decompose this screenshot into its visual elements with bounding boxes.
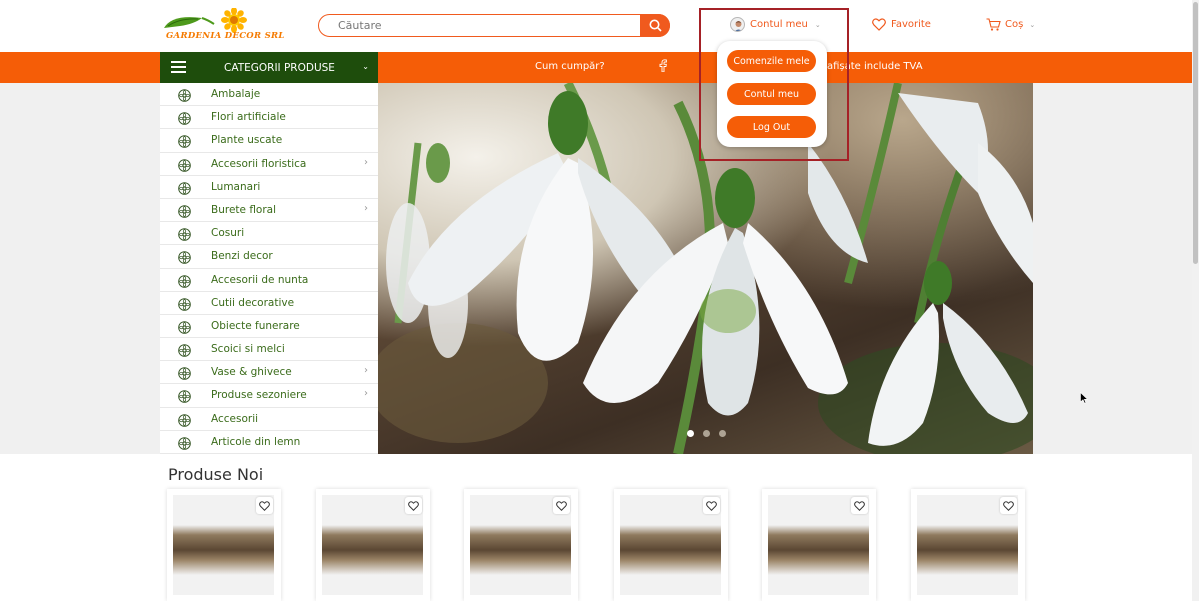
- site-header: GARDENIA DECOR SRL Contul meu ⌄ Favorite: [0, 0, 1192, 52]
- category-label: Burete floral: [211, 203, 277, 216]
- chevron-down-icon: ⌄: [362, 62, 369, 71]
- category-list: Ambalaje Flori artificiale Plante uscate Ac…: [160, 83, 378, 454]
- favorites-label: Favorite: [891, 19, 931, 30]
- search-input[interactable]: [319, 15, 639, 36]
- product-card[interactable]: [762, 489, 876, 601]
- flower-outline-icon: [178, 87, 191, 102]
- categories-toggle[interactable]: CATEGORII PRODUSE ⌄: [160, 52, 378, 83]
- flower-outline-icon: [178, 226, 191, 241]
- search-bar: [318, 14, 670, 37]
- flower-outline-icon: [178, 412, 191, 427]
- flower-outline-icon: [178, 342, 191, 357]
- flower-outline-icon: [178, 365, 191, 381]
- facebook-icon[interactable]: [659, 59, 667, 72]
- category-label: Ambalaje: [211, 88, 261, 100]
- flower-outline-icon: [178, 296, 191, 311]
- flower-outline-icon: [178, 157, 191, 172]
- category-label: Obiecte funerare: [211, 319, 300, 332]
- category-item[interactable]: Plante uscate: [160, 129, 378, 153]
- hamburger-icon: [171, 61, 186, 73]
- product-card[interactable]: [911, 489, 1025, 601]
- category-item[interactable]: Flori artificiale: [160, 106, 378, 130]
- flower-outline-icon: [178, 388, 191, 404]
- category-label: Cosuri: [211, 227, 245, 240]
- product-card[interactable]: [316, 489, 430, 601]
- how-to-buy-link[interactable]: Cum cumpăr?: [535, 61, 605, 72]
- category-label: Lumanari: [211, 180, 261, 193]
- account-dropdown: Comenzile mele Contul meu Log Out: [717, 41, 827, 147]
- search-button[interactable]: [640, 14, 670, 37]
- mouse-cursor-icon: [1080, 392, 1088, 404]
- heart-icon[interactable]: [851, 497, 868, 514]
- category-item[interactable]: Vase & ghivece ›: [160, 361, 378, 385]
- category-item[interactable]: Accesorii de nunta: [160, 269, 378, 292]
- category-label: Plante uscate: [211, 134, 283, 147]
- flower-outline-icon: [178, 110, 191, 125]
- category-item[interactable]: Obiecte funerare: [160, 315, 378, 339]
- category-label: Articole din lemn: [211, 435, 301, 448]
- flower-outline-icon: [178, 273, 191, 288]
- flower-outline-icon: [178, 203, 191, 218]
- flower-outline-icon: [178, 249, 191, 265]
- category-item[interactable]: Produse sezoniere ›: [160, 384, 378, 408]
- category-label: Produse sezoniere: [211, 389, 307, 402]
- product-card[interactable]: [167, 489, 281, 601]
- heart-icon[interactable]: [405, 497, 422, 514]
- category-item[interactable]: Cosuri: [160, 222, 378, 246]
- slider-dot-2[interactable]: [703, 430, 710, 437]
- categories-title: CATEGORII PRODUSE: [224, 62, 335, 74]
- flower-outline-icon: [178, 435, 191, 450]
- category-label: Vase & ghivece: [211, 366, 292, 379]
- site-logo[interactable]: GARDENIA DECOR SRL: [162, 7, 284, 44]
- logo-text: GARDENIA DECOR SRL: [166, 31, 285, 41]
- category-label: Accesorii floristica: [211, 157, 307, 170]
- category-item[interactable]: Accesorii: [160, 408, 378, 431]
- cart-icon: [986, 18, 1001, 31]
- search-icon: [649, 19, 662, 32]
- slider-dot-3[interactable]: [719, 430, 726, 437]
- slider-dot-1[interactable]: [687, 430, 694, 437]
- category-label: Cutii decorative: [211, 296, 295, 309]
- category-item[interactable]: Benzi decor: [160, 245, 378, 269]
- category-item[interactable]: Burete floral ›: [160, 199, 378, 223]
- chevron-down-icon: ⌄: [1029, 20, 1036, 29]
- heart-icon[interactable]: [256, 497, 273, 514]
- category-label: Benzi decor: [211, 250, 273, 263]
- product-card[interactable]: [614, 489, 728, 601]
- category-label: Scoici si melci: [211, 343, 285, 356]
- chevron-right-icon: ›: [364, 156, 368, 168]
- chevron-right-icon: ›: [364, 388, 368, 400]
- category-label: Accesorii: [211, 412, 259, 425]
- flower-outline-icon: [178, 133, 191, 149]
- chevron-right-icon: ›: [364, 202, 368, 214]
- category-label: Flori artificiale: [211, 111, 286, 124]
- slider-pagination: [687, 430, 726, 437]
- product-card[interactable]: [464, 489, 578, 601]
- cart-label: Coș: [1005, 19, 1024, 30]
- heart-icon[interactable]: [553, 497, 570, 514]
- chevron-right-icon: ›: [364, 365, 368, 377]
- flower-outline-icon: [178, 319, 191, 334]
- new-products-title: Produse Noi: [168, 465, 264, 484]
- category-item[interactable]: Accesorii floristica ›: [160, 153, 378, 176]
- heart-icon[interactable]: [1000, 497, 1017, 514]
- category-item[interactable]: Lumanari: [160, 176, 378, 199]
- category-item[interactable]: Ambalaje: [160, 83, 378, 107]
- category-item[interactable]: Scoici si melci: [160, 338, 378, 362]
- flower-outline-icon: [178, 180, 191, 195]
- cart-link[interactable]: Coș ⌄: [986, 18, 1035, 31]
- my-orders-button[interactable]: Comenzile mele: [727, 50, 816, 72]
- category-item[interactable]: Articole din lemn: [160, 431, 378, 454]
- heart-icon[interactable]: [703, 497, 720, 514]
- my-account-button[interactable]: Contul meu: [727, 83, 816, 105]
- heart-icon: [872, 18, 886, 31]
- favorites-link[interactable]: Favorite: [872, 18, 931, 31]
- scrollbar-thumb[interactable]: [1193, 2, 1198, 264]
- category-label: Accesorii de nunta: [211, 273, 309, 286]
- category-item[interactable]: Cutii decorative: [160, 292, 378, 315]
- logout-button[interactable]: Log Out: [727, 116, 816, 138]
